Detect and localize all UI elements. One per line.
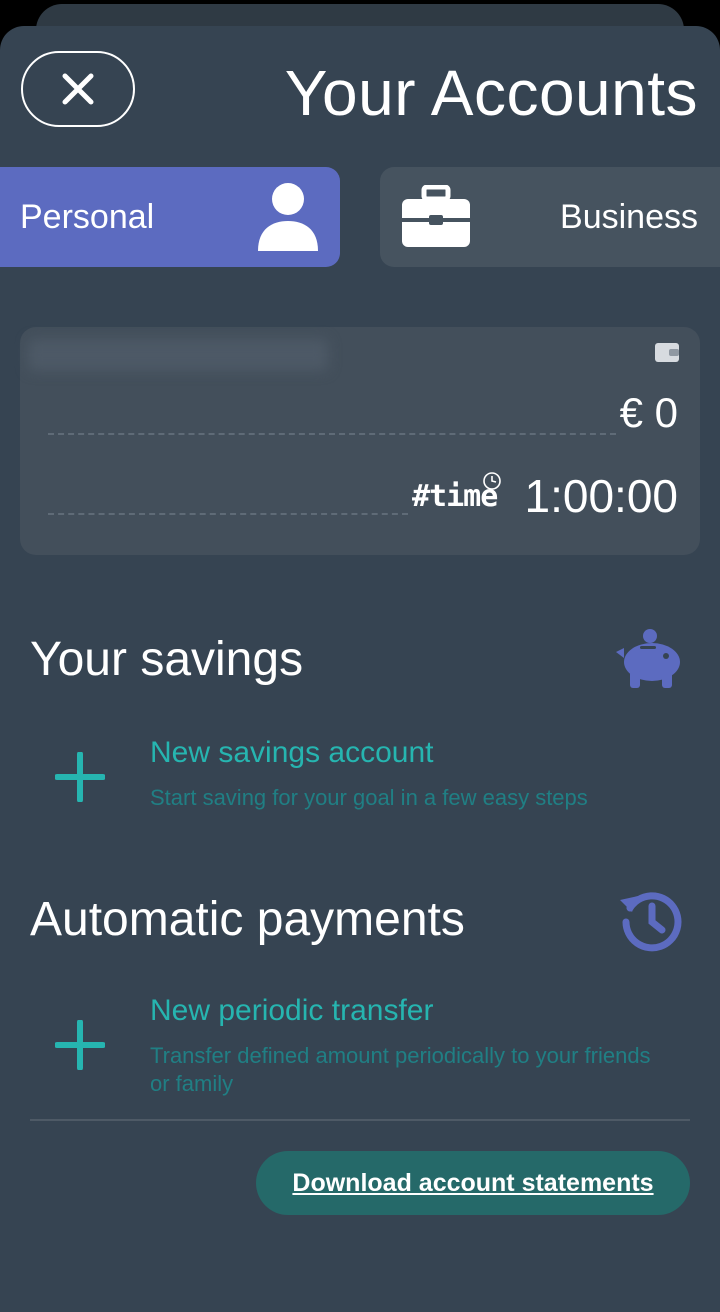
time-value: 1:00:00 (524, 470, 678, 522)
time-row-line (48, 513, 408, 515)
savings-section-title: Your savings (30, 633, 304, 686)
new-periodic-transfer-subtitle: Transfer defined amount periodically to … (150, 1043, 651, 1096)
briefcase-icon (402, 185, 470, 247)
piggy-bank-icon (616, 629, 680, 688)
tab-business-label: Business (560, 197, 698, 236)
payments-section-title: Automatic payments (30, 893, 465, 946)
history-icon (620, 892, 682, 952)
plus-icon (55, 752, 105, 802)
plus-icon (55, 1020, 105, 1070)
new-periodic-transfer-title: New periodic transfer (150, 994, 434, 1027)
wallet-icon (655, 343, 679, 362)
accounts-sheet: Your Accounts Personal Business € 0 #tim… (0, 26, 720, 1312)
divider (30, 1119, 690, 1121)
account-card[interactable]: € 0 #time 1:00:00 (20, 327, 700, 555)
download-statements-button[interactable]: Download account statements (256, 1151, 690, 1215)
tab-personal[interactable]: Personal (0, 167, 340, 267)
close-button[interactable] (21, 51, 135, 127)
account-balance: € 0 (619, 389, 678, 436)
tab-personal-label: Personal (20, 197, 155, 236)
clock-icon (483, 472, 501, 490)
new-savings-account-title: New savings account (150, 736, 434, 769)
new-savings-account-subtitle: Start saving for your goal in a few easy… (150, 785, 588, 810)
time-label: #time (412, 472, 501, 514)
balance-row-line (48, 433, 616, 435)
page-title: Your Accounts (284, 57, 698, 129)
person-icon (258, 183, 318, 251)
blurred-account-name (28, 339, 328, 371)
tab-business[interactable]: Business (380, 167, 720, 267)
close-icon (62, 73, 94, 105)
